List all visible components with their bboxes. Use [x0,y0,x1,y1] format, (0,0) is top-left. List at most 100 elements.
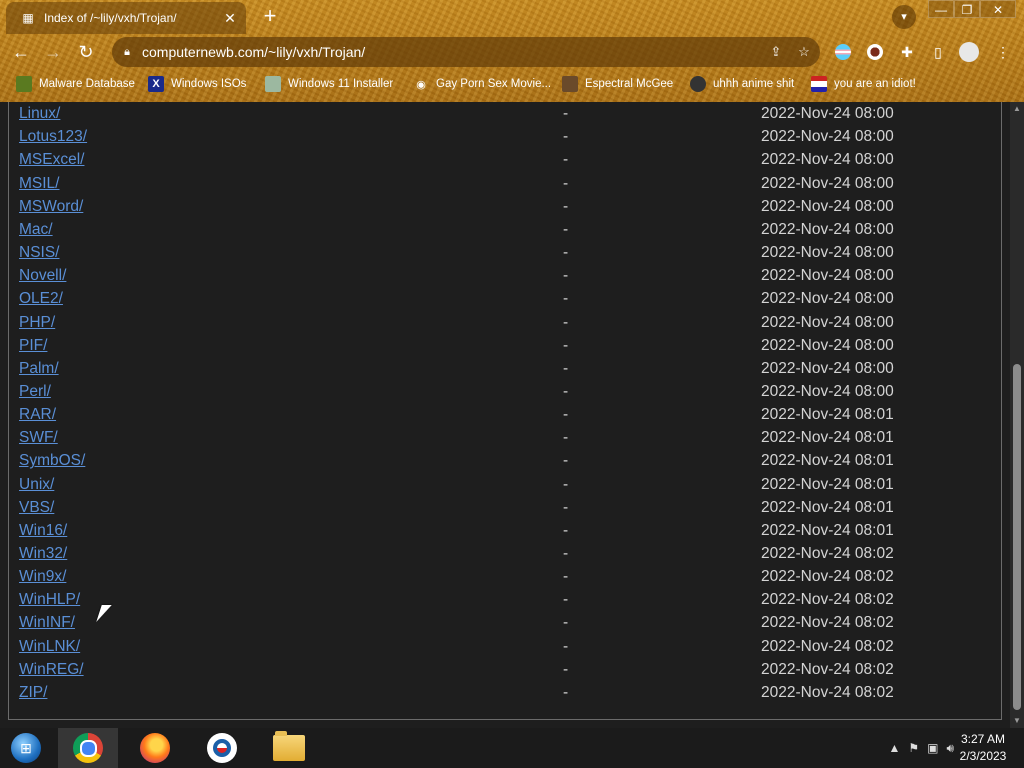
scroll-up-arrow-icon[interactable]: ▲ [1010,102,1024,116]
directory-link[interactable]: MSWord/ [19,198,83,216]
last-modified-cell: 2022-Nov-24 08:00 [761,359,894,377]
directory-link[interactable]: SWF/ [19,429,58,447]
bookmarks-bar: Malware Database X Windows ISOs Windows … [0,72,1024,96]
table-row: SWF/ - 2022-Nov-24 08:01 [19,427,999,450]
bookmark-label: Gay Porn Sex Movie... [436,78,552,90]
forward-button[interactable]: → [42,41,64,63]
network-icon[interactable]: ▣ [927,741,938,755]
bookmark-label: Windows ISOs [171,78,247,90]
directory-listing: Java/-2022-Nov-24 08:00Linux/-2022-Nov-2… [8,102,1002,720]
directory-link[interactable]: WinLNK/ [19,638,80,656]
share-icon[interactable]: ⇪ [764,44,788,60]
back-button[interactable]: ← [10,41,32,63]
size-cell: - [563,591,569,609]
size-cell: - [563,197,569,215]
table-row: WinINF/ - 2022-Nov-24 08:02 [19,612,999,635]
taskbar-opera[interactable] [192,728,252,768]
bookmark-gay-porn[interactable]: ◉ Gay Porn Sex Movie... [413,72,551,96]
last-modified-cell: 2022-Nov-24 08:02 [761,591,894,609]
size-cell: - [563,637,569,655]
bookmark-espectral-mcgee[interactable]: Espectral McGee [562,72,673,96]
directory-link[interactable]: ZIP/ [19,684,47,702]
bookmark-you-are-an-idiot[interactable]: you are an idiot! [811,72,916,96]
globe-icon: ◉ [416,78,426,91]
bookmark-star-icon[interactable]: ☆ [792,44,816,60]
directory-link[interactable]: PHP/ [19,314,55,332]
directory-link[interactable]: Win9x/ [19,568,66,586]
vertical-scrollbar[interactable]: ▲ ▼ [1010,102,1024,728]
action-center-flag-icon[interactable]: ⚑ [908,741,919,755]
size-cell: - [563,220,569,238]
taskbar-chrome[interactable] [58,728,118,768]
active-tab[interactable]: ▦ Index of /~lily/vxh/Trojan/ ✕ [6,2,246,34]
table-row: VBS/ - 2022-Nov-24 08:01 [19,497,999,520]
directory-link[interactable]: Palm/ [19,360,59,378]
size-cell: - [563,336,569,354]
last-modified-cell: 2022-Nov-24 08:01 [761,429,894,447]
bookmark-windows-11-installer[interactable]: Windows 11 Installer [265,72,393,96]
show-hidden-icons-chevron-icon[interactable]: ▲ [888,741,900,755]
size-cell: - [563,290,569,308]
table-row: Win16/ - 2022-Nov-24 08:01 [19,520,999,543]
directory-link[interactable]: SymbOS/ [19,452,85,470]
extension-avatar-icon[interactable] [864,41,886,63]
scroll-thumb[interactable] [1013,364,1021,710]
profile-icon[interactable] [958,41,980,63]
directory-link[interactable]: Win32/ [19,545,67,563]
directory-link[interactable]: OLE2/ [19,290,63,308]
start-button[interactable]: ⊞ [8,731,44,765]
bookmark-anime[interactable]: uhhh anime shit [690,72,794,96]
directory-link[interactable]: Linux/ [19,105,60,123]
bookmark-label: uhhh anime shit [713,78,795,90]
directory-link[interactable]: Mac/ [19,221,53,239]
last-modified-cell: 2022-Nov-24 08:00 [761,105,894,123]
directory-link[interactable]: WinREG/ [19,661,84,679]
taskbar-firefox[interactable] [125,728,185,768]
directory-link[interactable]: Lotus123/ [19,128,87,146]
directory-link[interactable]: RAR/ [19,406,56,424]
lock-icon[interactable]: 🔒︎ [120,46,134,59]
table-row: Win9x/ - 2022-Nov-24 08:02 [19,566,999,589]
directory-link[interactable]: Novell/ [19,267,66,285]
clock[interactable]: 3:27 AM 2/3/2023 [952,731,1014,765]
directory-link[interactable]: WinINF/ [19,614,75,632]
last-modified-cell: 2022-Nov-24 08:00 [761,313,894,331]
reload-button[interactable]: ↻ [75,41,97,63]
size-cell: - [563,545,569,562]
page-content: Java/-2022-Nov-24 08:00Linux/-2022-Nov-2… [0,102,1010,728]
last-modified-cell: 2022-Nov-24 08:00 [761,244,894,262]
table-row: WinREG/ - 2022-Nov-24 08:02 [19,659,999,682]
extensions-puzzle-icon[interactable]: ✚ [896,41,918,63]
directory-link[interactable]: Win16/ [19,522,67,540]
directory-link[interactable]: MSExcel/ [19,151,84,169]
menu-kebab-icon[interactable]: ⋮ [992,41,1014,63]
side-panel-icon[interactable]: ▯ [927,41,949,63]
directory-link[interactable]: Perl/ [19,383,51,401]
url-text[interactable]: computernewb.com/~lily/vxh/Trojan/ [142,44,764,60]
size-cell: - [563,244,569,262]
close-window-button[interactable]: ✕ [980,0,1016,18]
scroll-down-arrow-icon[interactable]: ▼ [1010,714,1024,728]
directory-link[interactable]: NSIS/ [19,244,59,262]
new-tab-button[interactable]: + [259,5,281,27]
extension-flag-icon[interactable] [832,41,854,63]
last-modified-cell: 2022-Nov-24 08:01 [761,406,894,424]
directory-link[interactable]: PIF/ [19,337,47,355]
table-row: SymbOS/ - 2022-Nov-24 08:01 [19,450,999,473]
directory-link[interactable]: VBS/ [19,499,54,517]
directory-link[interactable]: WinHLP/ [19,591,80,609]
tab-close-icon[interactable]: ✕ [220,10,240,27]
bookmark-malware-database[interactable]: Malware Database [16,72,135,96]
directory-link[interactable]: MSIL/ [19,175,59,193]
restore-button[interactable]: ❐ [954,0,980,18]
address-bar[interactable]: 🔒︎ computernewb.com/~lily/vxh/Trojan/ ⇪ … [112,37,820,67]
minimize-button[interactable]: — [928,0,954,18]
tab-search-chevron-icon[interactable]: ▾ [892,5,916,29]
bookmark-windows-isos[interactable]: X Windows ISOs [148,72,246,96]
windows-start-orb-icon: ⊞ [11,733,41,763]
taskbar-file-explorer[interactable] [259,728,319,768]
directory-link[interactable]: Unix/ [19,476,54,494]
last-modified-cell: 2022-Nov-24 08:00 [761,220,894,238]
table-row: WinLNK/ - 2022-Nov-24 08:02 [19,636,999,659]
image-icon [265,76,281,92]
